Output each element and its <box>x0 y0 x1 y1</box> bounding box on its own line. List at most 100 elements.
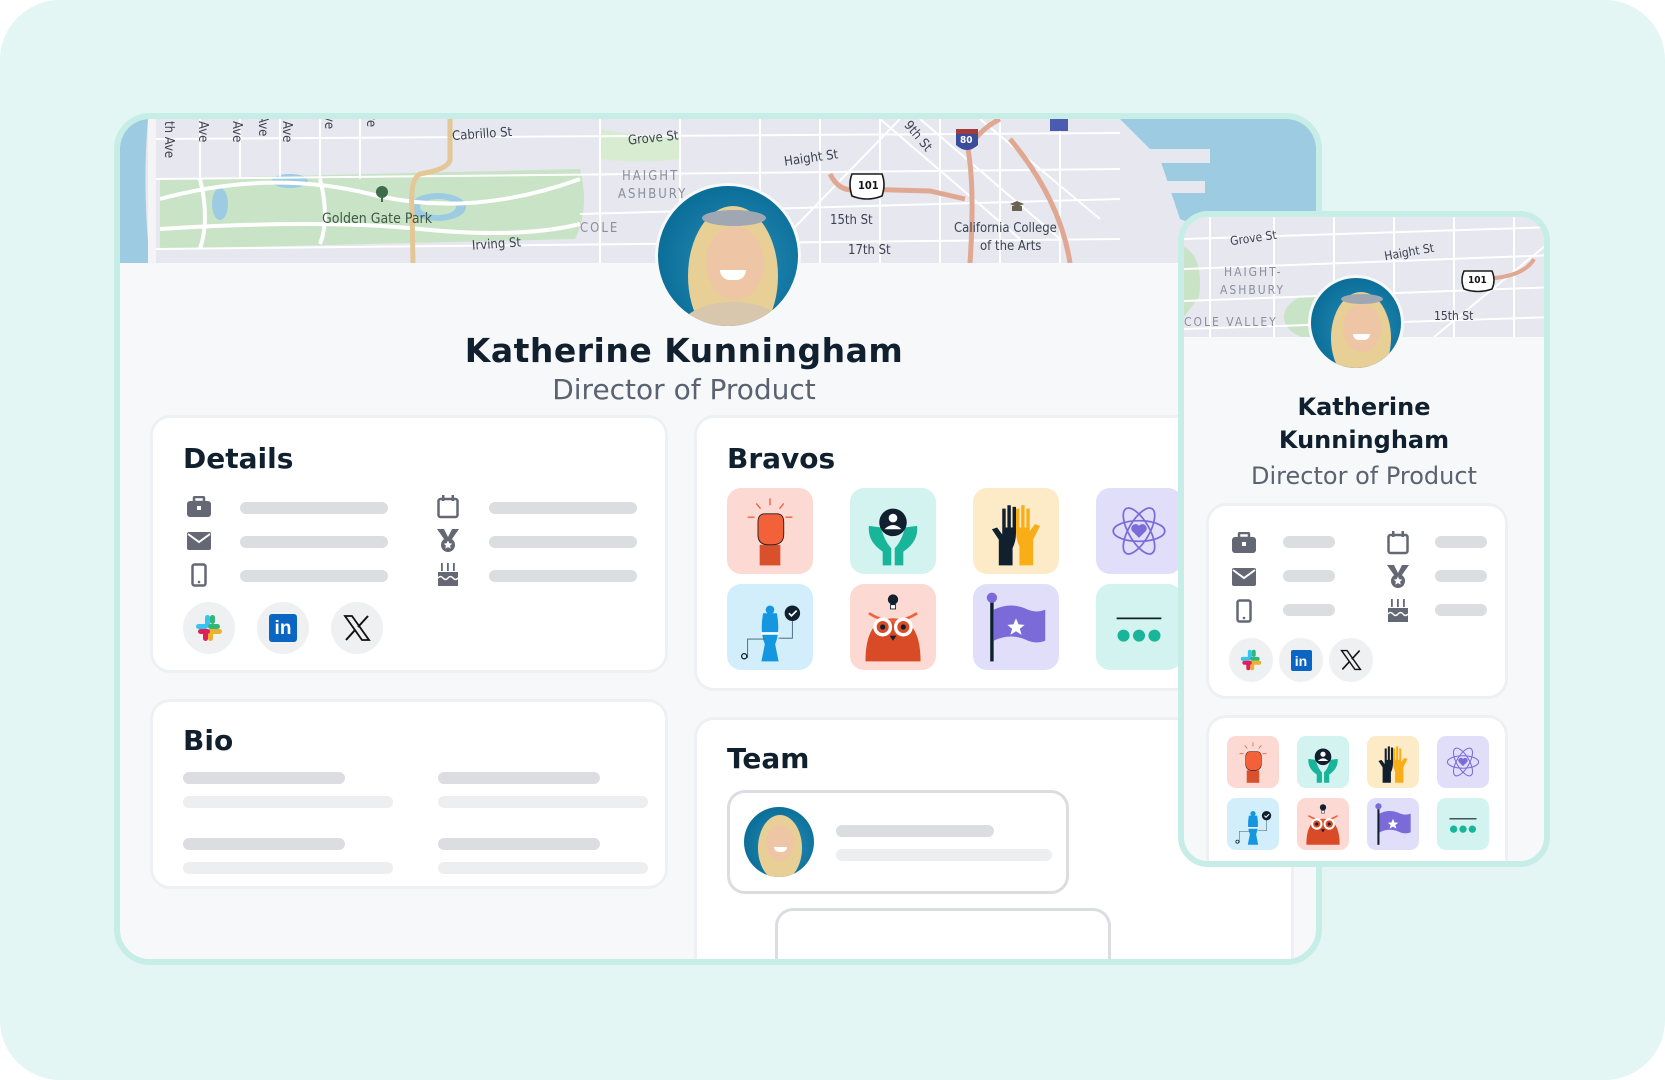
bio-text-placeholder <box>438 772 600 784</box>
map-district-label: COLE <box>580 221 620 236</box>
birthday-cake-icon <box>435 562 461 588</box>
map-district-label: COLE VALLEY <box>1184 315 1278 329</box>
medal-icon <box>1385 564 1411 590</box>
detail-value-placeholder <box>240 570 388 582</box>
team-member-title-placeholder <box>836 849 1052 861</box>
raised-fist-icon <box>747 498 793 566</box>
team-member-name-placeholder <box>836 825 994 837</box>
bravo-badge-atom-heart[interactable] <box>1437 736 1489 788</box>
detail-value-placeholder <box>1283 536 1335 548</box>
atom-heart-icon <box>1446 747 1480 777</box>
x-icon <box>343 615 371 641</box>
mobile-bravos-card <box>1206 715 1508 861</box>
raised-fist-icon <box>1239 742 1267 783</box>
mobile-profile-name: Katherine Kunningham <box>1184 391 1544 457</box>
bravo-badge-high-five[interactable] <box>973 488 1059 574</box>
birthday-cake-icon <box>1385 598 1411 624</box>
mobile-details-card: in <box>1206 503 1508 699</box>
briefcase-icon <box>186 494 212 520</box>
slack-icon <box>196 615 222 641</box>
profile-title: Director of Product <box>552 373 816 406</box>
detail-value-placeholder <box>1435 604 1487 616</box>
x-button[interactable] <box>331 602 383 654</box>
map-street-label: Ave <box>279 121 294 143</box>
bravo-badge-chess-queen[interactable] <box>1227 798 1279 850</box>
bio-text-placeholder <box>438 838 600 850</box>
map-poi-label: California College <box>954 221 1057 236</box>
detail-value-placeholder <box>1283 570 1335 582</box>
detail-value-placeholder <box>489 536 637 548</box>
bravo-badge-high-five[interactable] <box>1367 736 1419 788</box>
mobile-phone-icon <box>1231 598 1257 624</box>
map-street-label: ve <box>363 119 378 128</box>
detail-value-placeholder <box>1283 604 1335 616</box>
team-dots-icon <box>1449 818 1477 833</box>
bravo-badge-hands-holding-person[interactable] <box>1297 736 1349 788</box>
detail-value-placeholder <box>489 502 637 514</box>
bravo-badge-chess-queen[interactable] <box>727 584 813 670</box>
bravo-badge-owl-idea[interactable] <box>1297 798 1349 850</box>
detail-value-placeholder <box>489 570 637 582</box>
background-canvas: th Ave Ave Ave Ave Ave ve ve Cabrillo St… <box>0 0 1665 1080</box>
calendar-icon <box>435 494 461 520</box>
slack-icon <box>1240 649 1262 671</box>
map-street-label: Ave <box>195 121 210 143</box>
bio-text-placeholder <box>438 796 648 808</box>
slack-button[interactable] <box>183 602 235 654</box>
bio-card: Bio <box>150 699 668 889</box>
bravos-heading: Bravos <box>727 442 836 475</box>
map-district-label: HAIGHT <box>622 169 680 184</box>
bravo-badge-raised-fist[interactable] <box>1227 736 1279 788</box>
map-district-label: HAIGHT- <box>1224 265 1283 279</box>
bio-text-placeholder <box>183 772 345 784</box>
bravo-badge-raised-fist[interactable] <box>727 488 813 574</box>
x-button[interactable] <box>1329 638 1373 682</box>
map-street-label: th Ave <box>161 121 176 159</box>
detail-value-placeholder <box>240 502 388 514</box>
detail-value-placeholder <box>1435 570 1487 582</box>
bravo-badge-owl-idea[interactable] <box>850 584 936 670</box>
map-district-label: ASHBURY <box>1220 283 1285 297</box>
mobile-profile-last-name: Kunningham <box>1278 426 1450 454</box>
map-poi-label: of the Arts <box>980 239 1042 254</box>
envelope-icon <box>1231 564 1257 590</box>
medal-icon <box>435 528 461 554</box>
hands-holding-person-icon <box>868 508 918 566</box>
linkedin-button[interactable]: in <box>257 602 309 654</box>
map-street-label: Ave <box>255 119 270 137</box>
desktop-profile-window: th Ave Ave Ave Ave Ave ve ve Cabrillo St… <box>114 113 1322 965</box>
linkedin-icon: in <box>269 614 297 642</box>
chess-queen-icon <box>1235 811 1272 845</box>
detail-value-placeholder <box>240 536 388 548</box>
highway-101-label: 101 <box>858 179 879 192</box>
x-icon <box>1340 649 1362 671</box>
highway-80-label: 80 <box>960 135 973 146</box>
team-dots-icon <box>1116 617 1162 642</box>
profile-name: Katherine Kunningham <box>464 331 904 370</box>
bravo-badge-star-flag[interactable] <box>973 584 1059 670</box>
bravo-badge-atom-heart[interactable] <box>1096 488 1182 574</box>
atom-heart-icon <box>1112 507 1166 555</box>
star-flag-icon <box>1375 803 1411 845</box>
map-park-label: Golden Gate Park <box>322 211 433 227</box>
linkedin-button[interactable]: in <box>1279 638 1323 682</box>
bio-text-placeholder <box>183 796 393 808</box>
details-heading: Details <box>183 442 294 475</box>
bravo-badge-team-dots[interactable] <box>1096 584 1182 670</box>
map-street-label: 17th St <box>848 243 891 258</box>
mobile-profile-window: Grove St Haight St 15th St HAIGHT- ASHBU… <box>1178 211 1550 867</box>
mobile-profile-avatar <box>1308 275 1404 371</box>
envelope-icon <box>186 528 212 554</box>
bravo-badge-team-dots[interactable] <box>1437 798 1489 850</box>
bravo-badge-hands-holding-person[interactable] <box>850 488 936 574</box>
high-five-icon <box>991 505 1041 566</box>
slack-button[interactable] <box>1229 638 1273 682</box>
star-flag-icon <box>986 592 1046 662</box>
team-member-card[interactable] <box>727 790 1069 894</box>
high-five-icon <box>1378 746 1408 783</box>
bravo-badge-star-flag[interactable] <box>1367 798 1419 850</box>
bio-text-placeholder <box>183 862 393 874</box>
bio-text-placeholder <box>438 862 648 874</box>
team-member-card[interactable] <box>775 908 1111 959</box>
linkedin-icon: in <box>1290 649 1312 671</box>
